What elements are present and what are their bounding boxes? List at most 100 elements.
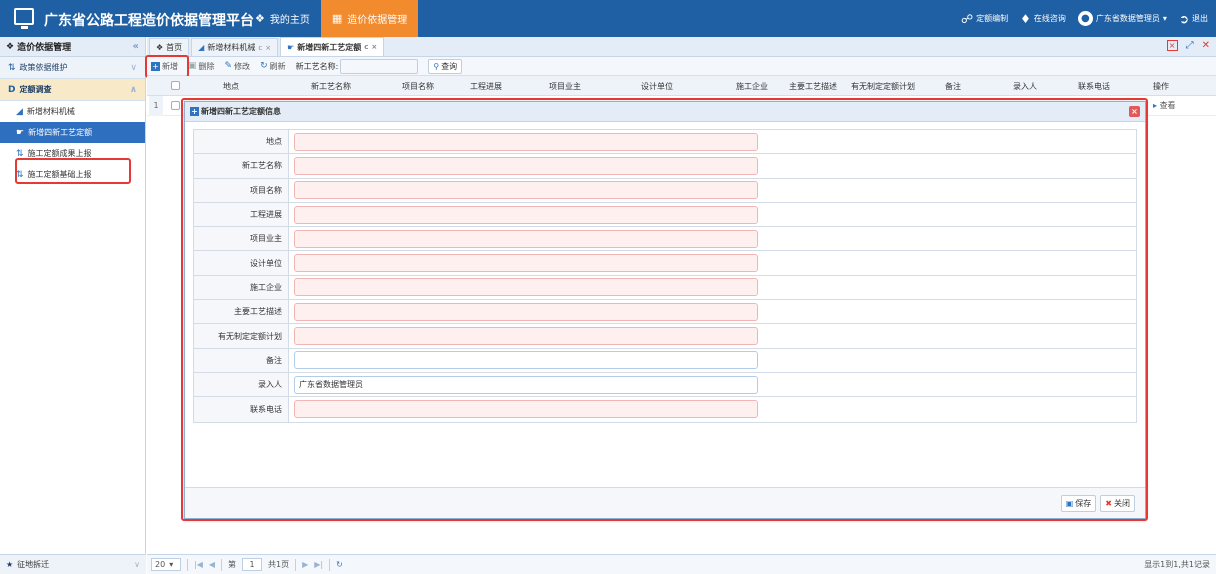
nav-home[interactable]: ❖ 我的主页: [244, 0, 321, 37]
view-icon: ▸: [1153, 101, 1158, 110]
grid-toolbar: + 新增 ▣ 删除 ✎ 修改 ↻ 刷新 新工艺名称: ⚲ 查询: [145, 55, 1216, 78]
row-checkbox[interactable]: [171, 101, 180, 110]
sidebar-header: ❖ 造价依据管理 «: [0, 37, 145, 57]
field-label: 地点: [194, 130, 289, 154]
field-label: 项目业主: [194, 227, 289, 251]
tab-home[interactable]: ❖ 首页: [149, 38, 190, 56]
quota-edit-link[interactable]: ☍ 定额编制: [961, 12, 1008, 26]
query-button[interactable]: ⚲ 查询: [428, 58, 463, 74]
tab-new-process-quota[interactable]: ☛ 新增四新工艺定额 c ×: [280, 37, 385, 56]
form-row: 录入人 广东省数据管理员: [194, 372, 1136, 398]
design-unit-field[interactable]: [294, 254, 758, 273]
close-all-tabs-icon[interactable]: ×: [1166, 40, 1178, 51]
chevron-down-icon: ∨: [134, 560, 140, 569]
construction-company-field[interactable]: [294, 278, 758, 297]
refresh-tab-icon[interactable]: c: [258, 44, 262, 52]
next-page-icon[interactable]: ▶: [302, 560, 308, 569]
quota-plan-field[interactable]: [294, 327, 758, 346]
pager-info: 显示1到1,共1记录: [1144, 560, 1210, 569]
sidebar-group-policy[interactable]: ⇅ 政策依据维护 ∨: [0, 57, 145, 79]
form-row: 项目名称: [194, 178, 1136, 203]
entered-by-field[interactable]: 广东省数据管理员: [294, 375, 758, 394]
column-header[interactable]: 施工企业: [736, 81, 768, 92]
column-header[interactable]: 主要工艺描述: [789, 81, 837, 92]
folder-icon: D: [8, 84, 16, 95]
close-icon: ✖: [1105, 498, 1112, 508]
chevron-up-icon: ∧: [129, 84, 137, 95]
search-label: 新工艺名称:: [295, 61, 339, 71]
close-icon[interactable]: ×: [1129, 106, 1140, 117]
form-row: 备注: [194, 348, 1136, 373]
save-button-label: 保存: [1075, 498, 1092, 508]
prev-page-icon[interactable]: ◀: [209, 560, 215, 569]
tab-label: 新增四新工艺定额: [297, 42, 362, 52]
refresh-button-label: 刷新: [269, 61, 286, 71]
refresh-tab-icon[interactable]: c: [364, 43, 368, 51]
column-header[interactable]: 项目名称: [402, 81, 434, 92]
sidebar-group-policy-label: 政策依据维护: [19, 63, 68, 72]
location-field[interactable]: [294, 132, 758, 151]
column-header[interactable]: 有无制定定额计划: [851, 81, 915, 92]
first-page-icon[interactable]: |◀: [194, 560, 203, 569]
sidebar-item-new-process-quota[interactable]: ☛ 新增四新工艺定额: [0, 122, 145, 143]
nav-cost-basis-label: 造价依据管理: [347, 15, 408, 26]
column-header[interactable]: 联系电话: [1078, 81, 1110, 92]
search-input[interactable]: [340, 58, 419, 74]
tab-label: 首页: [166, 43, 183, 52]
page-number-input[interactable]: 1: [242, 558, 263, 571]
sidebar-footer[interactable]: ★ 征地拆迁 ∨: [0, 554, 146, 574]
owner-field[interactable]: [294, 229, 758, 248]
user-menu[interactable]: ● 广东省数据管理员 ▾: [1077, 11, 1167, 26]
column-header[interactable]: 录入人: [1013, 81, 1037, 92]
close-tab-icon[interactable]: ×: [265, 44, 271, 52]
column-header[interactable]: 新工艺名称: [311, 81, 351, 92]
form-table: 地点 新工艺名称 项目名称 工程进展 项目业主 设计单位 施工企业 主要工艺描述…: [193, 129, 1137, 423]
grid-icon: ▦: [331, 12, 343, 25]
nav-cost-basis[interactable]: ▦ 造价依据管理: [320, 0, 419, 37]
remarks-field[interactable]: [294, 351, 758, 370]
last-page-icon[interactable]: ▶|: [314, 560, 323, 569]
column-header[interactable]: 备注: [945, 81, 961, 92]
online-consult-link[interactable]: ♦ 在线咨询: [1020, 12, 1066, 26]
logout-icon: ➲: [1178, 11, 1189, 26]
logout-link[interactable]: ➲ 退出: [1179, 12, 1208, 26]
fullscreen-icon[interactable]: ⤢: [1186, 40, 1194, 51]
column-header[interactable]: 工程进展: [470, 81, 502, 92]
field-label: 设计单位: [194, 251, 289, 275]
policy-icon: ⇅: [8, 62, 16, 73]
online-consult-label: 在线咨询: [1033, 14, 1066, 23]
form-row: 有无制定定额计划: [194, 324, 1136, 349]
progress-field[interactable]: [294, 205, 758, 224]
project-name-field[interactable]: [294, 181, 758, 200]
column-header[interactable]: 地点: [223, 81, 239, 92]
monitor-logo-icon: [14, 8, 34, 29]
field-label: 备注: [194, 348, 289, 372]
select-all-checkbox[interactable]: [171, 81, 180, 90]
phone-field[interactable]: [294, 400, 758, 419]
delete-button[interactable]: ▣ 删除: [188, 61, 215, 72]
sidebar-item-new-material[interactable]: ◢ 新增材料机械: [0, 101, 145, 122]
close-button[interactable]: ✖ 关闭: [1100, 494, 1135, 512]
process-description-field[interactable]: [294, 302, 758, 321]
column-header[interactable]: 项目业主: [549, 81, 581, 92]
collapse-sidebar-icon[interactable]: «: [133, 41, 139, 52]
page-size-select[interactable]: 20 ▾: [151, 558, 181, 571]
close-tab-icon[interactable]: ×: [371, 43, 377, 51]
process-name-field[interactable]: [294, 156, 758, 175]
field-label: 施工企业: [194, 275, 289, 300]
view-link[interactable]: ▸ 查看: [1153, 100, 1176, 111]
sidebar-group-quota-survey-label: 定额调查: [19, 85, 52, 94]
header-right-actions: ☍ 定额编制 ♦ 在线咨询 ● 广东省数据管理员 ▾ ➲ 退出: [961, 0, 1208, 37]
save-button[interactable]: ▣ 保存: [1060, 494, 1097, 512]
field-label: 有无制定定额计划: [194, 324, 289, 348]
sidebar-group-quota-survey[interactable]: D 定额调查 ∧: [0, 79, 145, 101]
tab-new-material[interactable]: ◢ 新增材料机械 c ×: [191, 38, 279, 56]
edit-button-label: 修改: [234, 61, 251, 71]
close-icon[interactable]: ✕: [1202, 40, 1210, 51]
view-link-label: 查看: [1159, 101, 1176, 110]
refresh-button[interactable]: ↻ 刷新: [260, 61, 286, 72]
edit-button[interactable]: ✎ 修改: [225, 61, 251, 72]
column-header[interactable]: 设计单位: [641, 81, 673, 92]
refresh-icon[interactable]: ↻: [336, 560, 343, 569]
process-icon: ☛: [16, 127, 25, 138]
